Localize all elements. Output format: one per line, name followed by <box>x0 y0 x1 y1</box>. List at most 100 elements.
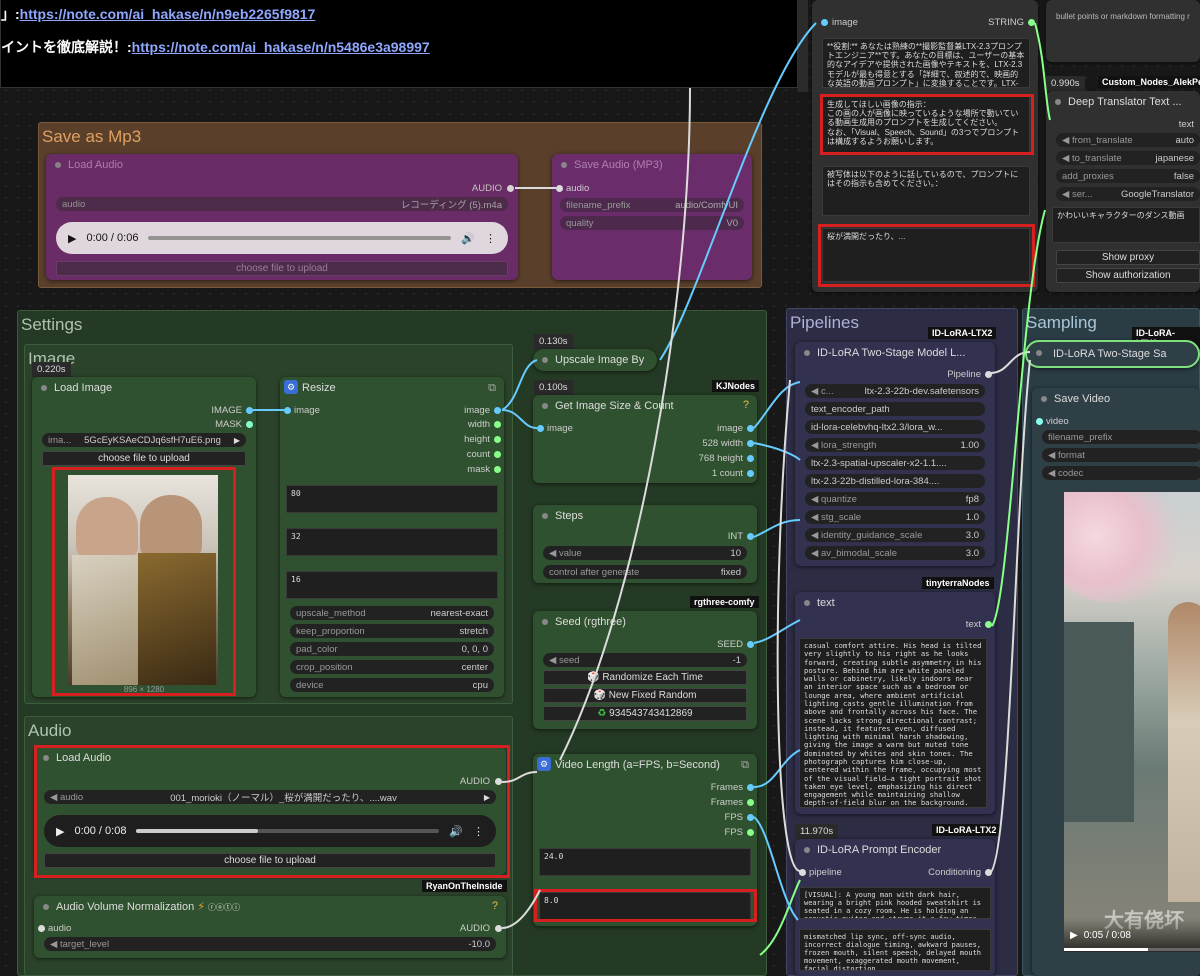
port-dot[interactable] <box>747 799 754 806</box>
av-bimodal-input[interactable]: ◀ av_bimodal_scale 3.0 <box>805 546 985 560</box>
port-dot[interactable] <box>494 466 501 473</box>
node-seed[interactable]: Seed (rgthree) SEED ◀ seed -1 🎲 Randomize… <box>533 611 757 729</box>
node-resize[interactable]: ⚙ Resize ⧉ image image width height count … <box>280 377 504 697</box>
port-dot[interactable] <box>747 470 754 477</box>
speech-textarea[interactable]: 被写体は以下のように話しているので、プロンプトにはその指示も含めてください。： <box>822 166 1030 216</box>
port-dot[interactable] <box>747 425 754 432</box>
filename-prefix-input[interactable]: filename_prefix <box>1042 430 1200 444</box>
audio-file-select[interactable]: audio レコーディング (5).m4a <box>56 197 508 211</box>
node-steps[interactable]: Steps INT ◀ value 10 control after genera… <box>533 505 757 583</box>
lora-strength-input[interactable]: ◀ lora_strength 1.00 <box>805 438 985 452</box>
node-get-image-size[interactable]: Get Image Size & Count ? image image 528… <box>533 395 757 483</box>
crop-position-select[interactable]: crop_position center <box>290 660 494 674</box>
port-dot[interactable] <box>821 19 828 26</box>
add-proxies-toggle[interactable]: add_proxies false <box>1056 169 1200 183</box>
codec-select[interactable]: ◀ codec <box>1042 466 1200 480</box>
checkpoint-select[interactable]: ◀ c... ltx-2.3-22b-dev.safetensors <box>805 384 985 398</box>
port-dot[interactable] <box>799 869 806 876</box>
port-dot[interactable] <box>38 925 45 932</box>
identity-guidance-input[interactable]: ◀ identity_guidance_scale 3.0 <box>805 528 985 542</box>
help-icon[interactable]: ? <box>743 399 749 411</box>
filename-prefix-input[interactable]: filename_prefix audio/ComfyUI <box>560 198 744 212</box>
upscale-method-select[interactable]: upscale_method nearest-exact <box>290 606 494 620</box>
port-dot[interactable] <box>985 869 992 876</box>
node-upscale-image-by[interactable]: Upscale Image By <box>533 349 657 371</box>
expand-icon[interactable]: ⧉ <box>488 377 496 399</box>
video-controls[interactable]: ▶ 0:05 / 0:08 <box>1064 918 1200 952</box>
keep-proportion-select[interactable]: keep_proportion stretch <box>290 624 494 638</box>
node-translator-top[interactable]: bullet points or markdown formatting r <box>1046 0 1200 62</box>
node-save-video[interactable]: Save Video video filename_prefix ◀ forma… <box>1032 388 1200 976</box>
last-seed-button[interactable]: ♻ 934543743412869 <box>543 706 747 721</box>
notes-link-1[interactable]: https://note.com/ai_hakase/n/n9eb2265f98… <box>20 6 316 22</box>
role-textarea[interactable]: **役割:** あなたは熟練の**撮影監督兼LTX-2.3プロンプトエンジニア*… <box>822 38 1030 88</box>
port-dot[interactable] <box>494 421 501 428</box>
notes-panel[interactable]: 」:https://note.com/ai_hakase/n/n9eb2265f… <box>0 0 798 88</box>
port-dot[interactable] <box>747 440 754 447</box>
port-dot[interactable] <box>246 421 253 428</box>
image-file-select[interactable]: ima... 5GcEyKSAeCDJq6sfH7uE6.png ▶ <box>42 433 246 447</box>
port-dot[interactable] <box>985 621 992 628</box>
port-dot[interactable] <box>556 185 563 192</box>
from-translate-select[interactable]: ◀ from_translate auto <box>1056 133 1200 147</box>
port-dot[interactable] <box>747 455 754 462</box>
width-textarea[interactable]: 80 <box>286 485 498 513</box>
port-dot[interactable] <box>747 829 754 836</box>
seed-input[interactable]: ◀ seed -1 <box>543 653 747 667</box>
translator-textarea[interactable]: かわいいキャラクターのダンス動画 <box>1052 207 1200 243</box>
choose-file-button[interactable]: choose file to upload <box>42 451 246 466</box>
service-select[interactable]: ◀ ser... GoogleTranslator <box>1056 187 1200 201</box>
audio-player[interactable]: ▶ 0:00 / 0:06 🔊 ⋮ <box>56 222 508 254</box>
port-dot[interactable] <box>495 925 502 932</box>
port-dot[interactable] <box>284 407 291 414</box>
show-authorization-button[interactable]: Show authorization <box>1056 268 1200 283</box>
distilled-lora-select[interactable]: ltx-2.3-22b-distilled-lora-384.... <box>805 474 985 488</box>
port-dot[interactable] <box>494 436 501 443</box>
control-after-generate-select[interactable]: control after generate fixed <box>543 565 747 579</box>
port-dot[interactable] <box>985 371 992 378</box>
negative-textarea[interactable]: mismatched lip sync, off-sync audio, inc… <box>799 929 991 971</box>
stg-scale-input[interactable]: ◀ stg_scale 1.0 <box>805 510 985 524</box>
volume-icon[interactable]: 🔊 <box>461 232 475 245</box>
steps-value-input[interactable]: ◀ value 10 <box>543 546 747 560</box>
notes-link-2[interactable]: https://note.com/ai_hakase/n/n5486e3a989… <box>132 39 430 55</box>
play-icon[interactable]: ▶ <box>68 232 76 245</box>
node-load-audio-mp3[interactable]: Load Audio AUDIO audio レコーディング (5).m4a ▶ 0… <box>46 154 518 280</box>
port-dot[interactable] <box>246 407 253 414</box>
device-select[interactable]: device cpu <box>290 678 494 692</box>
show-proxy-button[interactable]: Show proxy <box>1056 250 1200 265</box>
progress-bar[interactable] <box>148 236 452 240</box>
notes-panel-scroll[interactable] <box>798 0 808 92</box>
node-deep-translator[interactable]: Deep Translator Text ... text ◀ from_tra… <box>1046 91 1200 292</box>
upscaler-select[interactable]: ltx-2.3-spatial-upscaler-x2-1.1.... <box>805 456 985 470</box>
node-model-loader[interactable]: ID-LoRA Two-Stage Model L... Pipeline ◀ … <box>795 342 995 566</box>
port-dot[interactable] <box>1036 418 1043 425</box>
pad-color-input[interactable]: pad_color 0, 0, 0 <box>290 642 494 656</box>
lora-select[interactable]: id-lora-celebvhq-ltx2.3/lora_w... <box>805 420 985 434</box>
target-level-input[interactable]: ◀ target_level -10.0 <box>44 937 496 951</box>
port-dot[interactable] <box>494 407 501 414</box>
node-sampler[interactable]: ID-LoRA Two-Stage Sa <box>1025 340 1200 368</box>
port-dot[interactable] <box>747 814 754 821</box>
fps-textarea[interactable]: 24.0 <box>539 848 751 876</box>
node-prompt-encoder[interactable]: ID-LoRA Prompt Encoder pipeline Conditio… <box>795 839 995 976</box>
height-textarea[interactable]: 32 <box>286 528 498 556</box>
play-icon[interactable]: ▶ <box>1070 930 1078 941</box>
video-preview[interactable]: 大有侥坏 ▶0:05 / 0:08 <box>1064 492 1200 952</box>
node-text[interactable]: text text casual comfort attire. His hea… <box>795 592 995 814</box>
pad-textarea[interactable]: 16 <box>286 571 498 599</box>
choose-file-button[interactable]: choose file to upload <box>56 261 508 276</box>
text-body-textarea[interactable]: casual comfort attire. His head is tilte… <box>799 638 987 808</box>
node-audio-volume-normalization[interactable]: Audio Volume Normalization ⚡ ⓡⓞⓣⓘ ? audi… <box>34 896 506 958</box>
port-dot[interactable] <box>747 641 754 648</box>
port-dot[interactable] <box>537 425 544 432</box>
port-dot[interactable] <box>1028 19 1035 26</box>
randomize-each-time-button[interactable]: 🎲 Randomize Each Time <box>543 670 747 685</box>
port-dot[interactable] <box>747 533 754 540</box>
more-icon[interactable]: ⋮ <box>485 232 496 245</box>
to-translate-select[interactable]: ◀ to_translate japanese <box>1056 151 1200 165</box>
quantize-select[interactable]: ◀ quantize fp8 <box>805 492 985 506</box>
positive-textarea[interactable]: [VISUAL]: A young man with dark hair, we… <box>799 887 991 919</box>
format-select[interactable]: ◀ format <box>1042 448 1200 462</box>
quality-select[interactable]: quality V0 <box>560 216 744 230</box>
